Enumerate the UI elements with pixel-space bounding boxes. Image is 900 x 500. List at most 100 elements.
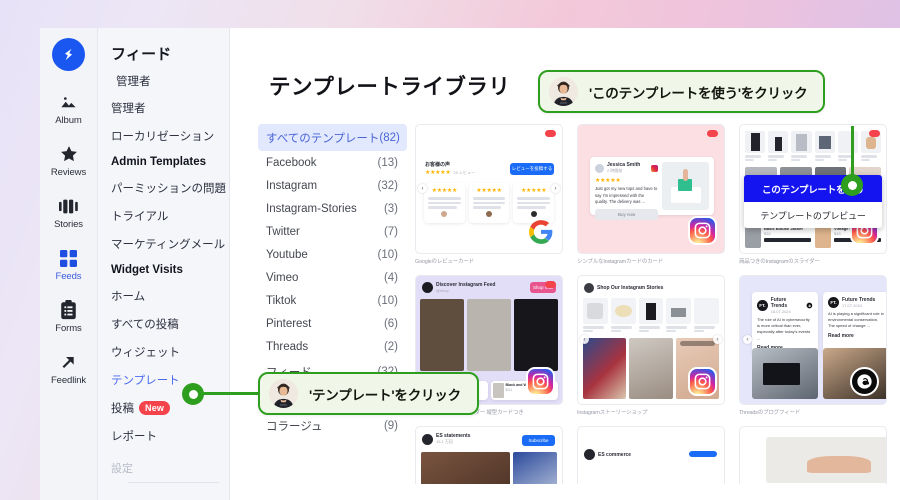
sidebar-item-templates[interactable]: テンプレート: [98, 366, 229, 394]
pin-icon[interactable]: [869, 130, 880, 137]
sidebar-item-marketing-mail[interactable]: マーケティングメール: [98, 230, 229, 258]
template-cell: [739, 426, 887, 484]
sidebar-item-permission-issues[interactable]: パーミッションの問題: [98, 174, 229, 202]
logo-glyph-icon: [64, 48, 73, 61]
sidebar-item-posts[interactable]: 投稿 New: [98, 394, 229, 422]
category-item-tiktok[interactable]: Tiktok (10): [258, 289, 407, 312]
category-list: すべてのテンプレート (82) Facebook (13) Instagram …: [230, 124, 415, 484]
template-card-instagram-shop[interactable]: Basic Blouse Jacket$32 Vintage Beige Bag…: [739, 124, 887, 254]
category-item-all-templates[interactable]: すべてのテンプレート (82): [258, 124, 407, 151]
chevron-left-icon[interactable]: ‹: [743, 335, 752, 344]
status-badge-new: New: [139, 401, 171, 415]
app-logo-icon[interactable]: [52, 38, 85, 71]
mock-date: 18.07.2024: [770, 309, 791, 314]
product-hands-mock: [740, 427, 886, 484]
template-card-instagram-review[interactable]: Jessica Smith 2 時間前 ★★★★★ Just got my ne…: [577, 124, 725, 254]
template-card-instagram-grid[interactable]: Shop Our Instagram Stories ‹ ›: [577, 275, 725, 405]
mock-rating-note: 29 レビュー: [453, 169, 475, 175]
chevron-left-icon[interactable]: ‹: [580, 335, 589, 344]
mock-buy-button[interactable]: Buy now: [595, 208, 659, 220]
sidebar-label-settings: 設定: [111, 463, 133, 475]
mock-subscribe-button[interactable]: Subscribe: [522, 435, 555, 446]
rail-item-album[interactable]: Album: [40, 91, 97, 126]
template-caption: Instagramストーリーショップ: [577, 410, 648, 416]
mock-body: The role of AI in cybersecurity is more …: [757, 317, 811, 341]
mock-author: ES commerce: [598, 451, 632, 458]
threads-icon: [850, 367, 879, 396]
category-label: Threads: [266, 340, 309, 353]
category-item-pinterest[interactable]: Pinterest (6): [258, 312, 407, 335]
template-grid: お客様の声 ★★★★★ 29 レビュー レビューを投稿する ★★★★★ ★★★★…: [415, 124, 900, 484]
callout-leader-line-horizontal: [196, 392, 266, 395]
mock-review-button[interactable]: レビューを投稿する: [510, 163, 554, 175]
category-item-instagram-stories[interactable]: Instagram-Stories (3): [258, 197, 407, 220]
rail-item-stories[interactable]: Stories: [40, 195, 97, 230]
chevron-left-icon[interactable]: ‹: [418, 184, 427, 193]
rail-label-album: Album: [55, 115, 82, 126]
sidebar-label-admin: 管理者: [111, 103, 146, 115]
rail-item-feedlink[interactable]: Feedlink: [40, 351, 97, 386]
sidebar-item-home[interactable]: ホーム: [98, 282, 229, 310]
instagram-icon: [526, 367, 555, 396]
sidebar-label-widget-visits: Widget Visits: [111, 264, 183, 276]
google-reviews-mock: お客様の声 ★★★★★ 29 レビュー レビューを投稿する ★★★★★ ★★★★…: [416, 125, 562, 253]
category-item-vimeo[interactable]: Vimeo (4): [258, 266, 407, 289]
category-count: (32): [377, 179, 398, 192]
sidebar-item-settings-cutoff[interactable]: 設定: [98, 450, 229, 476]
rail-item-forms[interactable]: Forms: [40, 299, 97, 334]
category-item-threads[interactable]: Threads (2): [258, 335, 407, 358]
sidebar-item-trial[interactable]: トライアル: [98, 202, 229, 230]
sidebar-item-admin-templates[interactable]: Admin Templates: [98, 150, 229, 174]
photo-album-icon: [59, 91, 78, 113]
threads-icon: [806, 302, 813, 309]
category-count: (10): [377, 294, 398, 307]
category-item-collage[interactable]: コラージュ (9): [258, 412, 407, 439]
sidebar-label-localization: ローカリゼーション: [111, 131, 215, 143]
category-item-instagram[interactable]: Instagram (32): [258, 174, 407, 197]
template-card-threads-blog[interactable]: FT. Future Trends 18.07.2024 The role of…: [739, 275, 887, 405]
sidebar-label-trial: トライアル: [111, 211, 169, 223]
preview-template-button[interactable]: テンプレートのプレビュー: [744, 202, 882, 228]
sidebar-item-reports[interactable]: レポート: [98, 422, 229, 450]
sidebar-label-posts: 投稿: [111, 403, 134, 415]
template-card-google-reviews[interactable]: お客様の声 ★★★★★ 29 レビュー レビューを投稿する ★★★★★ ★★★★…: [415, 124, 563, 254]
avatar: [269, 379, 298, 408]
ecommerce-card-mock: ES commerce: [578, 427, 724, 484]
rail-item-feeds[interactable]: Feeds: [40, 247, 97, 282]
category-item-youtube[interactable]: Youtube (10): [258, 243, 407, 266]
pin-icon[interactable]: [545, 281, 556, 288]
template-card-video[interactable]: ES statements 15.1 万回 Subscribe: [415, 426, 563, 484]
star-icon: [59, 143, 79, 165]
callout-anchor-ring: [182, 383, 204, 405]
chevron-right-icon[interactable]: ›: [551, 184, 560, 193]
mock-stars: ★★★★★: [425, 170, 451, 176]
sidebar-label-reports: レポート: [111, 431, 157, 443]
pin-icon[interactable]: [545, 130, 556, 137]
content-row: すべてのテンプレート (82) Facebook (13) Instagram …: [230, 124, 900, 484]
sidebar-item-widget-visits[interactable]: Widget Visits: [98, 258, 229, 282]
sidebar-item-admin[interactable]: 管理者: [98, 94, 229, 122]
pin-icon[interactable]: [707, 130, 718, 137]
category-count: (9): [383, 419, 398, 432]
sidebar-heading: フィード: [111, 46, 172, 63]
category-item-facebook[interactable]: Facebook (13): [258, 151, 407, 174]
template-cell: ES commerce: [577, 426, 725, 484]
sidebar-item-all-posts[interactable]: すべての投稿: [98, 310, 229, 338]
instagram-icon: [688, 216, 717, 245]
video-card-mock: ES statements 15.1 万回 Subscribe: [416, 427, 562, 484]
callout-text: 'テンプレート'をクリック: [309, 387, 461, 403]
category-item-twitter[interactable]: Twitter (7): [258, 220, 407, 243]
category-label: Instagram: [266, 179, 318, 192]
instagram-icon: [688, 367, 717, 396]
sidebar-item-widget[interactable]: ウィジェット: [98, 338, 229, 366]
rail-item-reviews[interactable]: Reviews: [40, 143, 97, 178]
rail-label-stories: Stories: [54, 219, 83, 230]
clipboard-icon: [60, 299, 77, 321]
sidebar-label-templates: テンプレート: [111, 375, 180, 387]
sidebar-label-all-posts: すべての投稿: [111, 319, 179, 331]
sidebar-item-localization[interactable]: ローカリゼーション: [98, 122, 229, 150]
avatar: [549, 77, 578, 106]
template-card-ecommerce[interactable]: ES commerce: [577, 426, 725, 484]
template-card-product-hands[interactable]: [739, 426, 887, 484]
chevron-right-icon[interactable]: ›: [713, 335, 722, 344]
